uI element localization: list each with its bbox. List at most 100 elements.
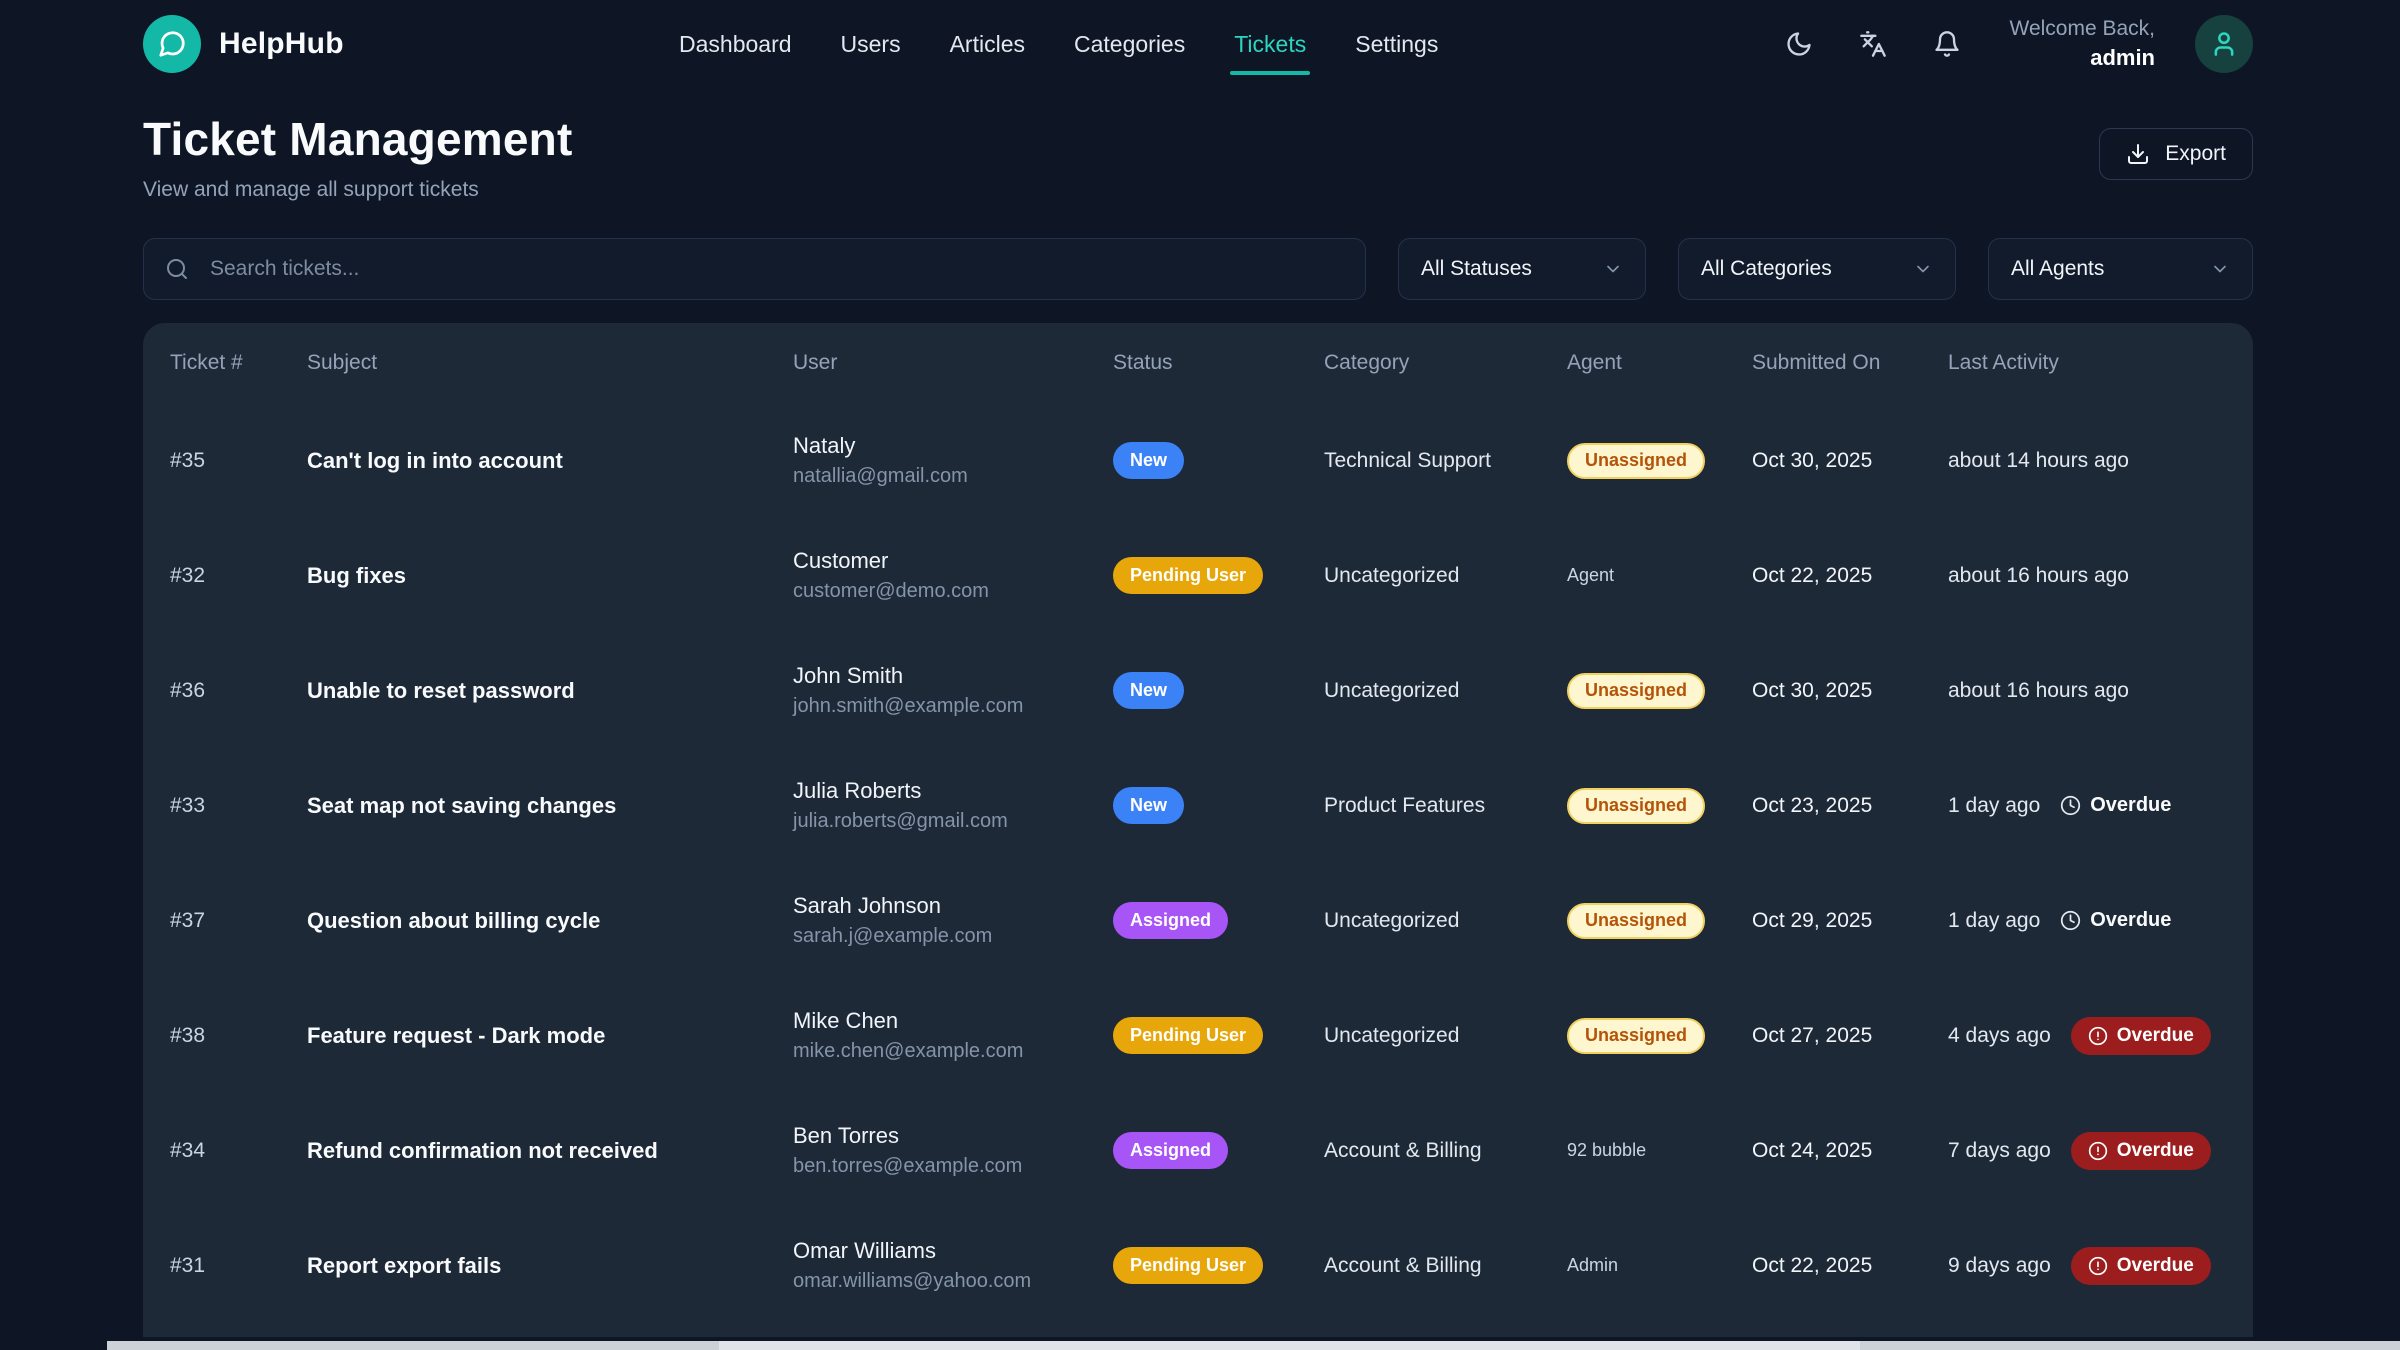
last-activity-text: about 16 hours ago (1948, 564, 2129, 588)
ticket-category: Technical Support (1324, 449, 1567, 473)
last-activity-cell: 1 day ago Overdue (1948, 794, 2226, 818)
chevron-down-icon (1603, 259, 1623, 279)
clock-icon (2060, 795, 2081, 816)
status-badge: Pending User (1113, 1247, 1263, 1284)
ticket-category: Product Features (1324, 794, 1567, 818)
nav-item-dashboard[interactable]: Dashboard (679, 0, 792, 88)
user-name: Omar Williams (793, 1238, 1113, 1264)
col-user: User (793, 351, 1113, 375)
avatar[interactable] (2195, 15, 2253, 73)
status-filter-dropdown[interactable]: All Statuses (1398, 238, 1646, 300)
table-row[interactable]: #33 Seat map not saving changes Julia Ro… (143, 748, 2253, 863)
table-row[interactable]: #38 Feature request - Dark mode Mike Che… (143, 978, 2253, 1093)
moon-icon[interactable] (1782, 27, 1816, 61)
last-activity-cell: 7 days ago Overdue (1948, 1132, 2226, 1170)
user-cell: Customer customer@demo.com (793, 548, 1113, 603)
agent-cell: Unassigned (1567, 903, 1752, 939)
col-subject: Subject (307, 351, 793, 375)
user-email: john.smith@example.com (793, 695, 1113, 718)
agent-name: 92 bubble (1567, 1140, 1646, 1160)
user-cell: Julia Roberts julia.roberts@gmail.com (793, 778, 1113, 833)
nav-item-categories[interactable]: Categories (1074, 0, 1185, 88)
user-name: Nataly (793, 433, 1113, 459)
agent-filter-dropdown[interactable]: All Agents (1988, 238, 2253, 300)
nav-item-articles[interactable]: Articles (950, 0, 1025, 88)
page-content: Ticket Management View and manage all su… (0, 112, 2400, 1337)
submitted-date: Oct 29, 2025 (1752, 909, 1948, 933)
status-filter-value: All Statuses (1421, 257, 1532, 281)
bell-icon[interactable] (1930, 27, 1964, 61)
col-agent: Agent (1567, 351, 1752, 375)
submitted-date: Oct 22, 2025 (1752, 564, 1948, 588)
ticket-category: Uncategorized (1324, 909, 1567, 933)
agent-cell: Unassigned (1567, 788, 1752, 824)
nav-item-users[interactable]: Users (841, 0, 901, 88)
user-cell: Sarah Johnson sarah.j@example.com (793, 893, 1113, 948)
user-name: Mike Chen (793, 1008, 1113, 1034)
last-activity-cell: 9 days ago Overdue (1948, 1247, 2226, 1285)
page-title: Ticket Management (143, 112, 572, 166)
col-last-activity: Last Activity (1948, 351, 2226, 375)
last-activity-cell: about 14 hours ago (1948, 449, 2226, 473)
status-badge: New (1113, 787, 1184, 824)
table-row[interactable]: #32 Bug fixes Customer customer@demo.com… (143, 518, 2253, 633)
translate-icon[interactable] (1856, 27, 1890, 61)
submitted-date: Oct 24, 2025 (1752, 1139, 1948, 1163)
last-activity-text: 4 days ago (1948, 1024, 2051, 1048)
agent-unassigned-badge: Unassigned (1567, 788, 1705, 824)
table-row[interactable]: #37 Question about billing cycle Sarah J… (143, 863, 2253, 978)
submitted-date: Oct 27, 2025 (1752, 1024, 1948, 1048)
ticket-table-panel: Ticket # Subject User Status Category Ag… (143, 323, 2253, 1337)
brand[interactable]: HelpHub (143, 15, 344, 73)
status-cell: Pending User (1113, 1247, 1324, 1284)
col-submitted-on: Submitted On (1752, 351, 1948, 375)
ticket-number: #36 (170, 679, 307, 703)
alert-circle-icon (2088, 1256, 2108, 1276)
overdue-label: Overdue (2117, 1140, 2194, 1162)
horizontal-scrollbar[interactable] (107, 1341, 2400, 1350)
ticket-number: #37 (170, 909, 307, 933)
user-cell: John Smith john.smith@example.com (793, 663, 1113, 718)
nav-right-cluster: Welcome Back, admin (1782, 15, 2254, 73)
table-row[interactable]: #35 Can't log in into account Nataly nat… (143, 403, 2253, 518)
agent-unassigned-badge: Unassigned (1567, 903, 1705, 939)
agent-cell: 92 bubble (1567, 1140, 1752, 1161)
overdue-indicator: Overdue (2060, 794, 2171, 817)
ticket-category: Uncategorized (1324, 564, 1567, 588)
nav-item-settings[interactable]: Settings (1355, 0, 1438, 88)
status-cell: Assigned (1113, 902, 1324, 939)
welcome-block: Welcome Back, admin (2010, 15, 2156, 73)
username: admin (2010, 43, 2156, 73)
overdue-label: Overdue (2090, 909, 2171, 932)
table-row[interactable]: #36 Unable to reset password John Smith … (143, 633, 2253, 748)
table-header-row: Ticket # Subject User Status Category Ag… (143, 323, 2253, 403)
export-button[interactable]: Export (2099, 128, 2253, 180)
submitted-date: Oct 30, 2025 (1752, 449, 1948, 473)
category-filter-dropdown[interactable]: All Categories (1678, 238, 1956, 300)
main-nav: Dashboard Users Articles Categories Tick… (679, 0, 1438, 88)
user-cell: Omar Williams omar.williams@yahoo.com (793, 1238, 1113, 1293)
ticket-subject: Refund confirmation not received (307, 1138, 793, 1164)
ticket-category: Uncategorized (1324, 679, 1567, 703)
last-activity-text: 1 day ago (1948, 909, 2040, 933)
scrollbar-thumb[interactable] (719, 1341, 1860, 1350)
user-cell: Mike Chen mike.chen@example.com (793, 1008, 1113, 1063)
status-badge: Assigned (1113, 1132, 1228, 1169)
chevron-down-icon (2210, 259, 2230, 279)
user-name: Customer (793, 548, 1113, 574)
overdue-label: Overdue (2117, 1255, 2194, 1277)
table-row[interactable]: #31 Report export fails Omar Williams om… (143, 1208, 2253, 1323)
overdue-label: Overdue (2090, 794, 2171, 817)
user-email: sarah.j@example.com (793, 925, 1113, 948)
status-cell: Pending User (1113, 557, 1324, 594)
nav-item-tickets[interactable]: Tickets (1234, 0, 1306, 88)
overdue-badge: Overdue (2071, 1247, 2211, 1285)
last-activity-text: about 16 hours ago (1948, 679, 2129, 703)
table-row[interactable]: #34 Refund confirmation not received Ben… (143, 1093, 2253, 1208)
top-navigation: HelpHub Dashboard Users Articles Categor… (0, 0, 2400, 88)
user-email: julia.roberts@gmail.com (793, 810, 1113, 833)
search-input[interactable] (143, 238, 1366, 300)
last-activity-text: 9 days ago (1948, 1254, 2051, 1278)
ticket-category: Account & Billing (1324, 1139, 1567, 1163)
col-ticket-number: Ticket # (170, 351, 307, 375)
